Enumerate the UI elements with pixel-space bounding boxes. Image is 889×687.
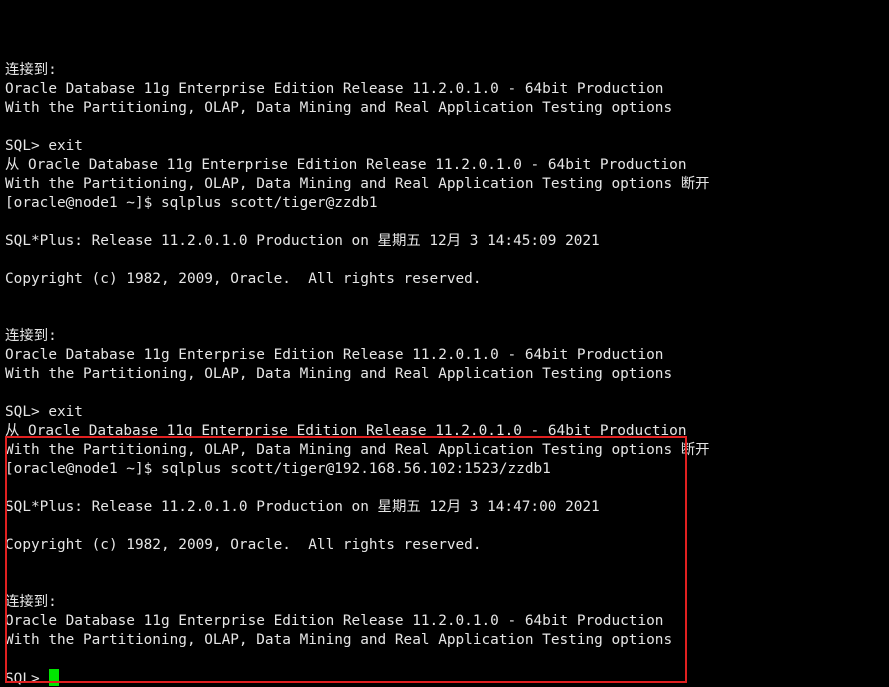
terminal-line: 从 Oracle Database 11g Enterprise Edition…: [5, 422, 710, 441]
terminal-line-text: With the Partitioning, OLAP, Data Mining…: [5, 176, 710, 192]
terminal-line: Oracle Database 11g Enterprise Edition R…: [5, 80, 710, 99]
terminal-line: With the Partitioning, OLAP, Data Mining…: [5, 175, 710, 194]
terminal-line: With the Partitioning, OLAP, Data Mining…: [5, 441, 710, 460]
terminal-line: SQL> exit: [5, 403, 710, 422]
terminal-line-text: With the Partitioning, OLAP, Data Mining…: [5, 442, 710, 458]
terminal-line: SQL>: [5, 669, 710, 687]
terminal-line-text: Copyright (c) 1982, 2009, Oracle. All ri…: [5, 271, 482, 287]
terminal-line-text: SQL> exit: [5, 138, 83, 154]
terminal-line-text: [oracle@node1 ~]$ sqlplus scott/tiger@19…: [5, 461, 551, 477]
terminal-line: 连接到:: [5, 327, 710, 346]
terminal-line: Oracle Database 11g Enterprise Edition R…: [5, 346, 710, 365]
terminal-line: [oracle@node1 ~]$ sqlplus scott/tiger@zz…: [5, 194, 710, 213]
terminal-line: 连接到:: [5, 61, 710, 80]
terminal-line-text: 从 Oracle Database 11g Enterprise Edition…: [5, 157, 687, 173]
terminal-line: Copyright (c) 1982, 2009, Oracle. All ri…: [5, 536, 710, 555]
terminal-line: Copyright (c) 1982, 2009, Oracle. All ri…: [5, 270, 710, 289]
terminal-line-text: Oracle Database 11g Enterprise Edition R…: [5, 613, 664, 629]
terminal-line: 从 Oracle Database 11g Enterprise Edition…: [5, 156, 710, 175]
terminal-line-text: SQL>: [5, 671, 49, 687]
terminal-line-text: SQL> exit: [5, 404, 83, 420]
terminal-line-text: With the Partitioning, OLAP, Data Mining…: [5, 100, 673, 116]
terminal-line-text: 连接到:: [5, 328, 57, 344]
terminal-line-text: 连接到:: [5, 62, 57, 78]
terminal-line: 连接到:: [5, 593, 710, 612]
terminal-line-text: Oracle Database 11g Enterprise Edition R…: [5, 347, 664, 363]
terminal-line-text: With the Partitioning, OLAP, Data Mining…: [5, 366, 673, 382]
terminal-line-text: SQL*Plus: Release 11.2.0.1.0 Production …: [5, 233, 600, 249]
terminal-line: With the Partitioning, OLAP, Data Mining…: [5, 631, 710, 650]
terminal-line: SQL*Plus: Release 11.2.0.1.0 Production …: [5, 498, 710, 517]
terminal-line-text: SQL*Plus: Release 11.2.0.1.0 Production …: [5, 499, 600, 515]
terminal-line-text: 从 Oracle Database 11g Enterprise Edition…: [5, 423, 687, 439]
terminal-line: SQL*Plus: Release 11.2.0.1.0 Production …: [5, 232, 710, 251]
terminal-line: With the Partitioning, OLAP, Data Mining…: [5, 99, 710, 118]
block-cursor-icon: [49, 669, 60, 686]
terminal-line: [oracle@node1 ~]$ sqlplus scott/tiger@19…: [5, 460, 710, 479]
terminal-line: With the Partitioning, OLAP, Data Mining…: [5, 365, 710, 384]
terminal-line-text: 连接到:: [5, 594, 57, 610]
terminal-line-text: With the Partitioning, OLAP, Data Mining…: [5, 632, 673, 648]
terminal-line-text: Oracle Database 11g Enterprise Edition R…: [5, 81, 664, 97]
terminal-line: Oracle Database 11g Enterprise Edition R…: [5, 612, 710, 631]
terminal-line: SQL> exit: [5, 137, 710, 156]
terminal-line-text: [oracle@node1 ~]$ sqlplus scott/tiger@zz…: [5, 195, 378, 211]
terminal-output: 连接到: Oracle Database 11g Enterprise Editi…: [5, 42, 710, 687]
terminal-line-text: Copyright (c) 1982, 2009, Oracle. All ri…: [5, 537, 482, 553]
terminal-window[interactable]: 连接到: Oracle Database 11g Enterprise Editi…: [0, 0, 889, 687]
